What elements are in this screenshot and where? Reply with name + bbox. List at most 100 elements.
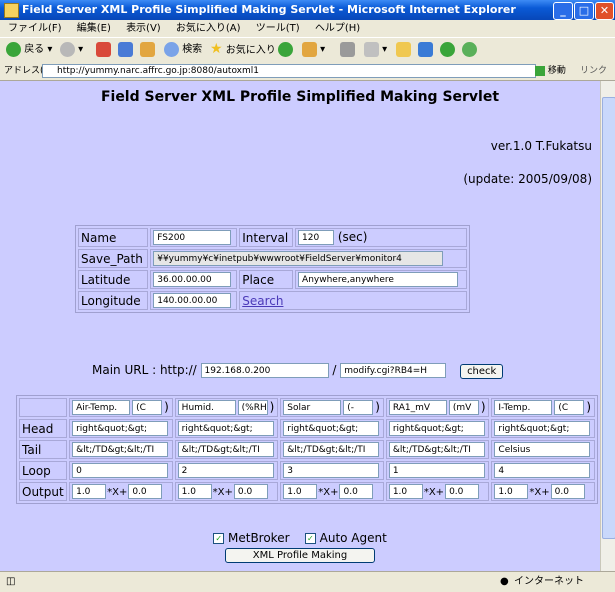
head-input[interactable]: right&quot;&gt; <box>72 421 169 436</box>
place-label: Place <box>239 270 294 289</box>
output-multiplier-input[interactable]: 1.0 <box>177 484 212 499</box>
search-icon <box>164 41 179 57</box>
options-row: ✓ MetBroker ✓ Auto Agent <box>0 531 600 545</box>
sensor-name-input[interactable]: Humid. <box>177 400 236 415</box>
home-button[interactable] <box>140 41 155 58</box>
output-formula-label: *X+ <box>318 487 339 498</box>
sensor-unit-input[interactable]: (C <box>132 400 163 415</box>
sensor-unit-input[interactable]: (C <box>554 400 585 415</box>
go-button[interactable]: 移動 <box>535 62 566 80</box>
search-button[interactable]: 検索 <box>164 41 202 58</box>
loop-input[interactable]: 3 <box>283 463 380 478</box>
menu-favorites[interactable]: お気に入り(A) <box>176 23 241 34</box>
loop-input[interactable]: 2 <box>177 463 274 478</box>
loop-input[interactable]: 1 <box>388 463 485 478</box>
scroll-thumb[interactable] <box>602 97 615 539</box>
mail-button[interactable]: ▾ <box>302 41 325 58</box>
longitude-input[interactable]: 140.00.00.00 <box>153 293 232 308</box>
head-input[interactable]: right&quot;&gt; <box>388 421 485 436</box>
head-input[interactable]: right&quot;&gt; <box>283 421 380 436</box>
toolbar: 戻る ▾ ▾ 検索 ★ お気に入り ▾ ▾ <box>0 37 615 63</box>
forward-arrow-icon <box>60 41 75 57</box>
address-bar: アドレス(D) http://yummy.narc.affrc.go.jp:80… <box>0 62 615 81</box>
minimize-button[interactable]: _ <box>553 2 573 20</box>
output-multiplier-input[interactable]: 1.0 <box>72 484 107 499</box>
stop-icon <box>96 41 111 57</box>
tail-input[interactable]: Celsius <box>494 442 591 457</box>
output-multiplier-input[interactable]: 1.0 <box>388 484 423 499</box>
output-offset-input[interactable]: 0.0 <box>445 484 480 499</box>
latitude-input[interactable]: 36.00.00.00 <box>153 272 232 287</box>
back-button[interactable]: 戻る ▾ <box>6 41 52 58</box>
submit-row: XML Profile Making <box>0 548 600 563</box>
links-label[interactable]: リンク <box>580 62 607 80</box>
maximize-button[interactable]: □ <box>574 2 594 20</box>
stop-button[interactable] <box>96 41 111 58</box>
tail-input[interactable]: &lt;/TD&gt;&lt;/TI <box>388 442 485 457</box>
sensor-unit-input[interactable]: (- <box>343 400 374 415</box>
place-input[interactable]: Anywhere,anywhere <box>298 272 459 287</box>
xml-profile-making-button[interactable]: XML Profile Making <box>225 548 375 563</box>
output-multiplier-input[interactable]: 1.0 <box>494 484 529 499</box>
metbroker-checkbox[interactable]: ✓ <box>213 533 225 544</box>
menu-tools[interactable]: ツール(T) <box>256 23 300 34</box>
main-url-slash: / <box>332 363 337 377</box>
tools-button[interactable] <box>462 41 477 58</box>
favorites-button[interactable]: ★ お気に入り <box>210 41 276 58</box>
folder-icon <box>396 41 411 57</box>
row-label-loop: Loop <box>19 461 68 480</box>
sensor-name-input[interactable]: Solar <box>283 400 342 415</box>
history-button[interactable] <box>278 41 293 58</box>
folder-button[interactable] <box>396 41 411 58</box>
page-icon: ◫ <box>6 576 16 587</box>
update-text: (update: 2005/09/08) <box>463 172 592 186</box>
menu-help[interactable]: ヘルプ(H) <box>315 23 360 34</box>
menu-view[interactable]: 表示(V) <box>126 23 161 34</box>
address-input[interactable]: http://yummy.narc.affrc.go.jp:8080/autox… <box>42 64 536 78</box>
sensor-unit-input[interactable]: (mV <box>448 400 479 415</box>
sensor-unit-close: ) <box>375 400 380 414</box>
main-url-host-input[interactable]: 192.168.0.200 <box>200 363 329 378</box>
page-content: Field Server XML Profile Simplified Maki… <box>0 81 600 571</box>
vertical-scrollbar[interactable] <box>600 81 615 571</box>
main-url-path-input[interactable]: modify.cgi?RB4=H <box>340 363 447 378</box>
save-path-input[interactable]: ¥¥yummy¥c¥inetpub¥wwwroot¥FieldServer¥mo… <box>153 251 444 266</box>
tail-input[interactable]: &lt;/TD&gt;&lt;/TI <box>283 442 380 457</box>
tail-input[interactable]: &lt;/TD&gt;&lt;/TI <box>177 442 274 457</box>
loop-input[interactable]: 4 <box>494 463 591 478</box>
menu-file[interactable]: ファイル(F) <box>8 23 62 34</box>
loop-input[interactable]: 0 <box>72 463 169 478</box>
row-label-tail: Tail <box>19 440 68 459</box>
output-offset-input[interactable]: 0.0 <box>339 484 374 499</box>
messenger-button[interactable] <box>440 41 455 58</box>
sensor-name-input[interactable]: Air-Temp. <box>72 400 131 415</box>
head-input[interactable]: right&quot;&gt; <box>494 421 591 436</box>
interval-input[interactable]: 120 <box>298 230 335 245</box>
sensor-name-input[interactable]: RA1_mV <box>388 400 447 415</box>
forward-button[interactable]: ▾ <box>60 41 83 58</box>
page-button[interactable] <box>418 41 433 58</box>
output-formula-label: *X+ <box>107 487 128 498</box>
output-offset-input[interactable]: 0.0 <box>550 484 585 499</box>
sensor-unit-close: ) <box>269 400 275 414</box>
history-icon <box>278 41 293 57</box>
head-input[interactable]: right&quot;&gt; <box>177 421 274 436</box>
print-icon <box>340 41 355 57</box>
auto-agent-checkbox[interactable]: ✓ <box>304 533 316 544</box>
close-button[interactable]: ✕ <box>595 2 614 20</box>
refresh-button[interactable] <box>118 41 133 58</box>
menu-edit[interactable]: 編集(E) <box>77 23 111 34</box>
output-offset-input[interactable]: 0.0 <box>128 484 163 499</box>
output-offset-input[interactable]: 0.0 <box>233 484 268 499</box>
tail-input[interactable]: &lt;/TD&gt;&lt;/TI <box>72 442 169 457</box>
print-button[interactable] <box>340 41 355 58</box>
name-input[interactable]: FS200 <box>153 230 232 245</box>
settings-table: Name FS200 Interval 120 (sec) Save_Path … <box>75 225 470 313</box>
check-button[interactable]: check <box>460 364 504 379</box>
sensor-name-input[interactable]: I-Temp. <box>494 400 553 415</box>
edit-button[interactable]: ▾ <box>364 41 387 58</box>
output-multiplier-input[interactable]: 1.0 <box>283 484 318 499</box>
search-link[interactable]: Search <box>242 294 283 308</box>
sensor-unit-input[interactable]: (%RH <box>237 400 268 415</box>
home-icon <box>140 41 155 57</box>
